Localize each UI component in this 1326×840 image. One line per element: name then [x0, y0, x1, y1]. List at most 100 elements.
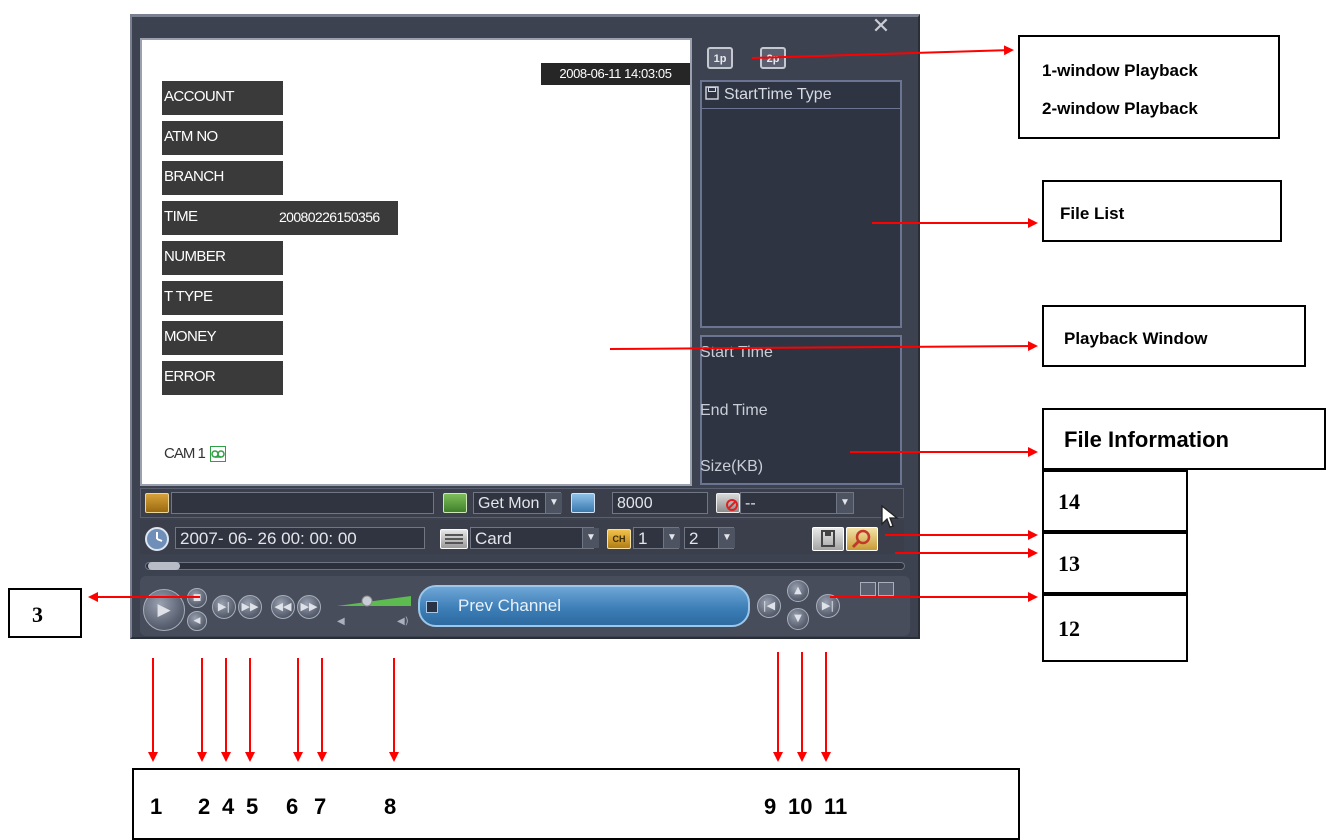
slow-play-button[interactable]: ▶▶ [238, 595, 262, 619]
money-select-chevron-down-icon[interactable]: ▼ [545, 493, 562, 513]
error-select-chevron-down-icon[interactable]: ▼ [836, 493, 853, 513]
one-window-button[interactable]: 1p [707, 47, 733, 69]
label-1: 1 [150, 794, 163, 819]
callout-playback-window-label: Playback Window [1064, 329, 1208, 348]
callout-12-label: 12 [1058, 616, 1080, 641]
prev-channel-display[interactable]: Prev Channel [418, 585, 750, 627]
fast-backward-button[interactable]: ◀◀ [271, 595, 295, 619]
callout-file-list-label: File List [1060, 204, 1125, 223]
backup-button[interactable] [812, 527, 844, 551]
close-icon[interactable]: ✕ [870, 16, 892, 38]
overlay-field-branch: BRANCH [162, 161, 283, 195]
card-number-input[interactable] [171, 492, 434, 514]
channel-up-button[interactable]: ▲ [787, 580, 809, 602]
mute-icon: ◀ [337, 616, 345, 627]
small-toggle-button-1[interactable] [860, 582, 876, 596]
label-5: 5 [246, 794, 259, 819]
search-type-chevron-down-icon[interactable]: ▼ [582, 528, 599, 548]
mouse-cursor-icon [881, 504, 899, 528]
callout-window-playback: 1-window Playback 2-window Playback [1018, 35, 1280, 139]
overlay-field-error: ERROR [162, 361, 283, 395]
overlay-field-time: TIME 20080226150356 [162, 201, 398, 235]
money-icon [443, 493, 467, 513]
callout-14-label: 14 [1058, 489, 1080, 514]
search-button[interactable] [846, 527, 878, 551]
channel-chevron-down-icon[interactable]: ▼ [663, 528, 680, 548]
end-time-label: End Time [700, 402, 768, 419]
type-icon [440, 529, 468, 549]
card-reader-icon [145, 493, 169, 513]
search-type-select[interactable]: Card [470, 527, 594, 549]
progress-handle[interactable] [148, 562, 180, 570]
error-icon [716, 493, 740, 513]
file-list[interactable] [700, 80, 902, 328]
next-file-icon: ▶| [821, 599, 835, 612]
stop-icon: ■ [192, 593, 202, 603]
callout-3: 3 [8, 588, 82, 638]
step-frame-icon: ▶| [217, 600, 231, 613]
callout-file-information-label: File Information [1064, 427, 1229, 452]
step-frame-button[interactable]: ▶| [212, 595, 236, 619]
callout-file-list: File List [1042, 180, 1282, 242]
clock-icon [145, 527, 169, 551]
slow-play-icon: ▶▶ [241, 600, 259, 613]
play-icon: ▶ [157, 600, 171, 620]
volume-handle [361, 595, 373, 607]
callout-12: 12 [1042, 594, 1188, 662]
callout-file-information: File Information [1042, 408, 1326, 470]
overlay-time-value: 20080226150356 [279, 209, 380, 225]
callout-playback-window: Playback Window [1042, 305, 1306, 367]
callout-bottom-numbers: 1 2 4 5 6 7 8 9 10 11 [132, 768, 1020, 840]
datetime-input[interactable]: 2007- 06- 26 00: 00: 00 [175, 527, 425, 549]
stop-button[interactable]: ■ [187, 588, 207, 608]
file-list-divider [702, 108, 900, 109]
size-label: Size(KB) [700, 458, 764, 475]
previous-file-button[interactable]: |◀ [757, 594, 781, 618]
two-window-button[interactable]: 2p [760, 47, 786, 69]
play-backward-button[interactable]: ◀ [187, 611, 207, 631]
callout-2-window-playback: 2-window Playback [1042, 99, 1198, 118]
window-count-chevron-down-icon[interactable]: ▼ [718, 528, 735, 548]
callout-13: 13 [1042, 532, 1188, 594]
osd-datetime: 2008-06-11 14:03:05 [541, 63, 690, 85]
previous-file-icon: |◀ [762, 599, 776, 612]
next-file-button[interactable]: ▶| [816, 594, 840, 618]
label-7: 7 [314, 794, 327, 819]
channel-icon: CH [607, 529, 631, 549]
chevron-up-icon: ▲ [794, 585, 802, 596]
fast-backward-icon: ◀◀ [274, 600, 292, 613]
fast-forward-icon: ▶▶ [300, 600, 318, 613]
start-time-label: Start Time [700, 344, 773, 361]
playback-progress-bar[interactable] [145, 562, 905, 570]
record-icon [210, 446, 226, 462]
amount-input[interactable]: 8000 [612, 492, 708, 514]
search-icon [851, 529, 871, 549]
label-11: 11 [824, 794, 848, 819]
overlay-field-account: ACCOUNT [162, 81, 283, 115]
volume-slider[interactable]: ◀ ◀) [333, 590, 413, 630]
callout-1-window-playback: 1-window Playback [1042, 61, 1198, 80]
fast-forward-button[interactable]: ▶▶ [297, 595, 321, 619]
overlay-field-t-type: T TYPE [162, 281, 283, 315]
save-icon [705, 86, 719, 100]
label-10: 10 [788, 794, 813, 819]
amount-icon [571, 493, 595, 513]
volume-icon: ◀) [397, 616, 409, 627]
camera-label: CAM 1 [164, 445, 206, 462]
channel-down-button[interactable]: ▼ [787, 608, 809, 630]
play-button[interactable]: ▶ [143, 589, 185, 631]
label-4: 4 [222, 794, 235, 819]
play-backward-icon: ◀ [193, 616, 201, 626]
label-9: 9 [764, 794, 777, 819]
callout-3-label: 3 [32, 602, 43, 627]
label-6: 6 [286, 794, 299, 819]
chevron-down-icon: ▼ [794, 613, 802, 624]
label-2: 2 [198, 794, 211, 819]
small-toggle-button-2[interactable] [878, 582, 894, 596]
callout-13-label: 13 [1058, 551, 1080, 576]
callout-14: 14 [1042, 470, 1188, 532]
backup-icon [821, 530, 835, 547]
overlay-field-atm-no: ATM NO [162, 121, 283, 155]
overlay-field-money: MONEY [162, 321, 283, 355]
label-8: 8 [384, 794, 397, 819]
